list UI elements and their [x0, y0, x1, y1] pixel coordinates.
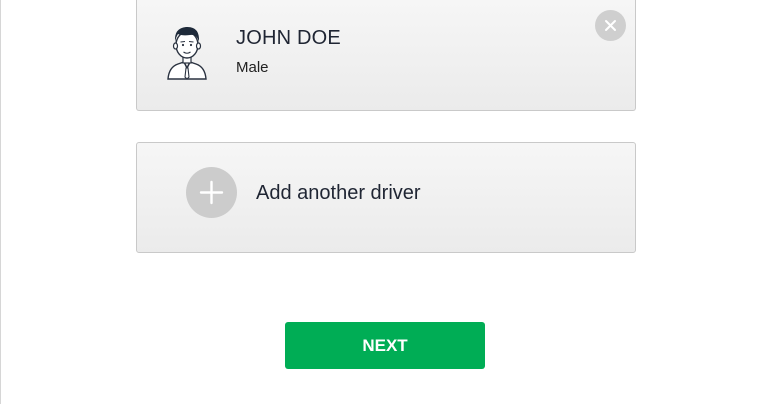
add-driver-button[interactable]: Add another driver	[136, 142, 636, 253]
male-avatar-icon	[164, 22, 210, 80]
close-icon	[605, 20, 616, 31]
driver-gender: Male	[236, 59, 269, 76]
next-button[interactable]: NEXT	[285, 322, 485, 369]
plus-icon	[186, 167, 237, 218]
remove-driver-button[interactable]	[595, 10, 626, 41]
driver-name: JOHN DOE	[236, 27, 341, 49]
driver-card: JOHN DOE Male	[136, 0, 636, 111]
add-driver-label: Add another driver	[256, 182, 421, 204]
page: JOHN DOE Male Add another driver NEXT	[0, 0, 768, 404]
